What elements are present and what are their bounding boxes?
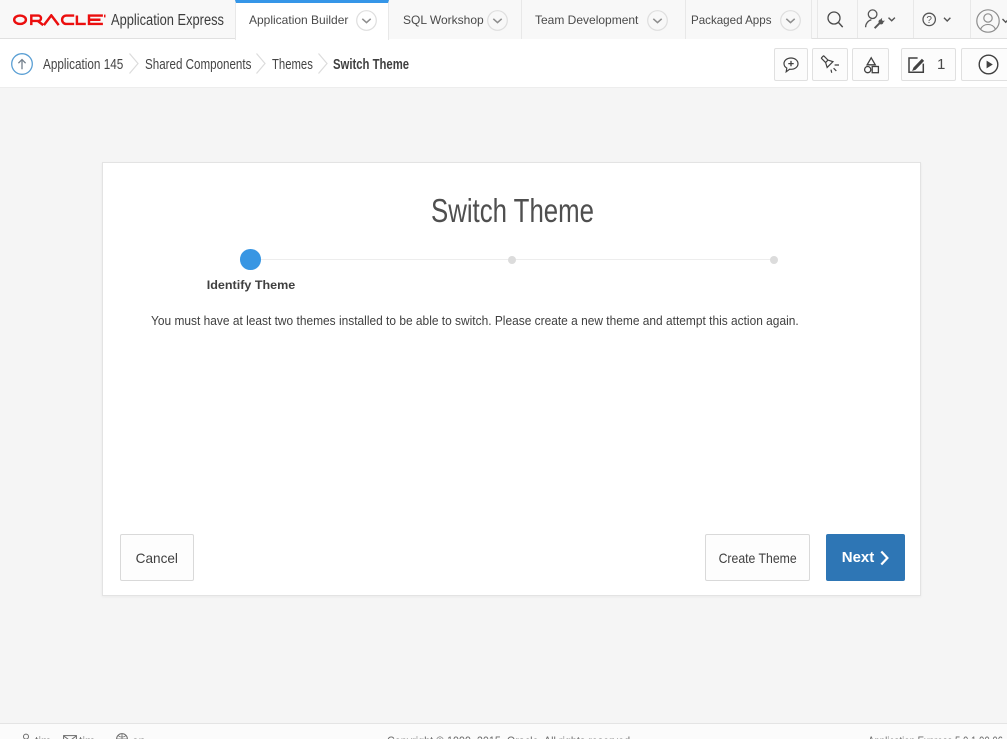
- svg-text:?: ?: [926, 15, 932, 26]
